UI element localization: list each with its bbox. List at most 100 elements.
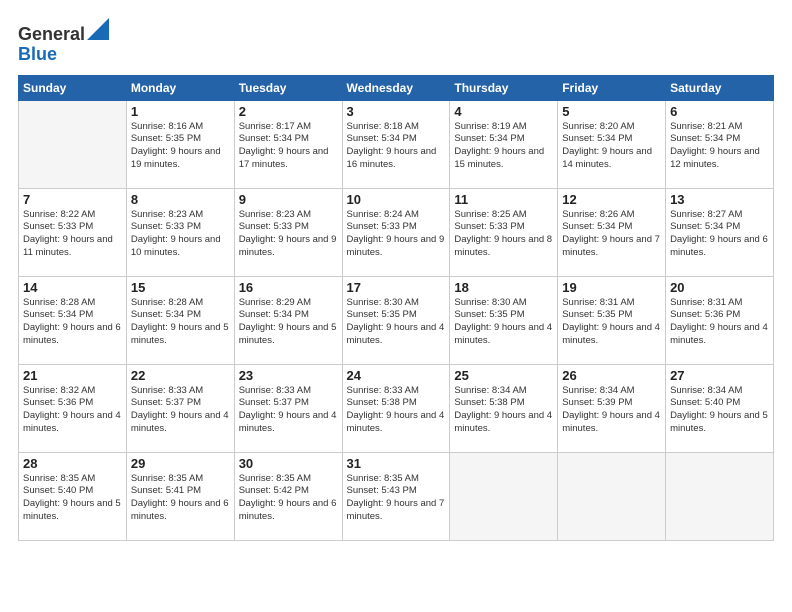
day-number: 30: [239, 456, 338, 471]
day-number: 15: [131, 280, 230, 295]
cell-info: Sunrise: 8:33 AMSunset: 5:38 PMDaylight:…: [347, 385, 446, 436]
day-number: 2: [239, 104, 338, 119]
cell-info: Sunrise: 8:23 AMSunset: 5:33 PMDaylight:…: [131, 209, 230, 260]
calendar-cell: 24 Sunrise: 8:33 AMSunset: 5:38 PMDayligh…: [342, 364, 450, 452]
logo-blue-text: Blue: [18, 44, 57, 64]
logo-icon: [87, 18, 109, 40]
day-number: 12: [562, 192, 661, 207]
weekday-friday: Friday: [558, 75, 666, 100]
cell-info: Sunrise: 8:22 AMSunset: 5:33 PMDaylight:…: [23, 209, 122, 260]
day-number: 10: [347, 192, 446, 207]
cell-info: Sunrise: 8:20 AMSunset: 5:34 PMDaylight:…: [562, 121, 661, 172]
day-number: 14: [23, 280, 122, 295]
calendar-cell: 29 Sunrise: 8:35 AMSunset: 5:41 PMDayligh…: [126, 452, 234, 540]
week-row-4: 28Sunrise: 8:35 AMSunset: 5:40 PMDayligh…: [19, 452, 774, 540]
calendar-table: SundayMondayTuesdayWednesdayThursdayFrid…: [18, 75, 774, 541]
cell-info: Sunrise: 8:28 AMSunset: 5:34 PMDaylight:…: [23, 297, 122, 348]
cell-info: Sunrise: 8:35 AMSunset: 5:41 PMDaylight:…: [131, 473, 230, 524]
cell-info: Sunrise: 8:35 AMSunset: 5:42 PMDaylight:…: [239, 473, 338, 524]
cell-info: Sunrise: 8:34 AMSunset: 5:40 PMDaylight:…: [670, 385, 769, 436]
cell-info: Sunrise: 8:32 AMSunset: 5:36 PMDaylight:…: [23, 385, 122, 436]
calendar-cell: 2 Sunrise: 8:17 AMSunset: 5:34 PMDaylight…: [234, 100, 342, 188]
day-number: 24: [347, 368, 446, 383]
calendar-cell: 20 Sunrise: 8:31 AMSunset: 5:36 PMDayligh…: [666, 276, 774, 364]
day-number: 17: [347, 280, 446, 295]
calendar-cell: 8 Sunrise: 8:23 AMSunset: 5:33 PMDaylight…: [126, 188, 234, 276]
cell-info: Sunrise: 8:33 AMSunset: 5:37 PMDaylight:…: [131, 385, 230, 436]
day-number: 16: [239, 280, 338, 295]
calendar-cell: [558, 452, 666, 540]
cell-info: Sunrise: 8:34 AMSunset: 5:38 PMDaylight:…: [454, 385, 553, 436]
cell-info: Sunrise: 8:31 AMSunset: 5:35 PMDaylight:…: [562, 297, 661, 348]
cell-info: Sunrise: 8:23 AMSunset: 5:33 PMDaylight:…: [239, 209, 338, 260]
calendar-cell: 18 Sunrise: 8:30 AMSunset: 5:35 PMDayligh…: [450, 276, 558, 364]
calendar-cell: 23Sunrise: 8:33 AMSunset: 5:37 PMDayligh…: [234, 364, 342, 452]
calendar-cell: 30 Sunrise: 8:35 AMSunset: 5:42 PMDayligh…: [234, 452, 342, 540]
calendar-cell: 1 Sunrise: 8:16 AMSunset: 5:35 PMDaylight…: [126, 100, 234, 188]
day-number: 9: [239, 192, 338, 207]
day-number: 21: [23, 368, 122, 383]
cell-info: Sunrise: 8:25 AMSunset: 5:33 PMDaylight:…: [454, 209, 553, 260]
cell-info: Sunrise: 8:27 AMSunset: 5:34 PMDaylight:…: [670, 209, 769, 260]
page: General Blue SundayMondayTuesdayWednesda…: [0, 0, 792, 612]
week-row-2: 14 Sunrise: 8:28 AMSunset: 5:34 PMDayligh…: [19, 276, 774, 364]
week-row-3: 21 Sunrise: 8:32 AMSunset: 5:36 PMDayligh…: [19, 364, 774, 452]
day-number: 25: [454, 368, 553, 383]
calendar-cell: [19, 100, 127, 188]
calendar-cell: 3Sunrise: 8:18 AMSunset: 5:34 PMDaylight…: [342, 100, 450, 188]
cell-info: Sunrise: 8:17 AMSunset: 5:34 PMDaylight:…: [239, 121, 338, 172]
cell-info: Sunrise: 8:24 AMSunset: 5:33 PMDaylight:…: [347, 209, 446, 260]
day-number: 26: [562, 368, 661, 383]
day-number: 11: [454, 192, 553, 207]
day-number: 29: [131, 456, 230, 471]
day-number: 20: [670, 280, 769, 295]
day-number: 27: [670, 368, 769, 383]
calendar-cell: 10 Sunrise: 8:24 AMSunset: 5:33 PMDayligh…: [342, 188, 450, 276]
calendar-cell: 11 Sunrise: 8:25 AMSunset: 5:33 PMDayligh…: [450, 188, 558, 276]
calendar-cell: 31 Sunrise: 8:35 AMSunset: 5:43 PMDayligh…: [342, 452, 450, 540]
cell-info: Sunrise: 8:16 AMSunset: 5:35 PMDaylight:…: [131, 121, 230, 172]
cell-info: Sunrise: 8:21 AMSunset: 5:34 PMDaylight:…: [670, 121, 769, 172]
week-row-1: 7 Sunrise: 8:22 AMSunset: 5:33 PMDaylight…: [19, 188, 774, 276]
calendar-cell: [666, 452, 774, 540]
day-number: 5: [562, 104, 661, 119]
cell-info: Sunrise: 8:33 AMSunset: 5:37 PMDaylight:…: [239, 385, 338, 436]
cell-info: Sunrise: 8:28 AMSunset: 5:34 PMDaylight:…: [131, 297, 230, 348]
cell-info: Sunrise: 8:35 AMSunset: 5:43 PMDaylight:…: [347, 473, 446, 524]
cell-info: Sunrise: 8:26 AMSunset: 5:34 PMDaylight:…: [562, 209, 661, 260]
calendar-cell: 5 Sunrise: 8:20 AMSunset: 5:34 PMDaylight…: [558, 100, 666, 188]
day-number: 22: [131, 368, 230, 383]
calendar-cell: 13 Sunrise: 8:27 AMSunset: 5:34 PMDayligh…: [666, 188, 774, 276]
calendar-cell: 22 Sunrise: 8:33 AMSunset: 5:37 PMDayligh…: [126, 364, 234, 452]
cell-info: Sunrise: 8:31 AMSunset: 5:36 PMDaylight:…: [670, 297, 769, 348]
calendar-cell: 17 Sunrise: 8:30 AMSunset: 5:35 PMDayligh…: [342, 276, 450, 364]
calendar-cell: 12 Sunrise: 8:26 AMSunset: 5:34 PMDayligh…: [558, 188, 666, 276]
cell-info: Sunrise: 8:30 AMSunset: 5:35 PMDaylight:…: [454, 297, 553, 348]
day-number: 8: [131, 192, 230, 207]
calendar-cell: 4Sunrise: 8:19 AMSunset: 5:34 PMDaylight…: [450, 100, 558, 188]
weekday-monday: Monday: [126, 75, 234, 100]
day-number: 13: [670, 192, 769, 207]
calendar-cell: 21 Sunrise: 8:32 AMSunset: 5:36 PMDayligh…: [19, 364, 127, 452]
day-number: 18: [454, 280, 553, 295]
day-number: 28: [23, 456, 122, 471]
cell-info: Sunrise: 8:18 AMSunset: 5:34 PMDaylight:…: [347, 121, 446, 172]
logo: General Blue: [18, 18, 109, 65]
calendar-cell: 7 Sunrise: 8:22 AMSunset: 5:33 PMDaylight…: [19, 188, 127, 276]
day-number: 7: [23, 192, 122, 207]
calendar-cell: 28Sunrise: 8:35 AMSunset: 5:40 PMDayligh…: [19, 452, 127, 540]
calendar-cell: 14 Sunrise: 8:28 AMSunset: 5:34 PMDayligh…: [19, 276, 127, 364]
logo-general-text: General: [18, 24, 85, 44]
day-number: 1: [131, 104, 230, 119]
weekday-sunday: Sunday: [19, 75, 127, 100]
day-number: 19: [562, 280, 661, 295]
cell-info: Sunrise: 8:30 AMSunset: 5:35 PMDaylight:…: [347, 297, 446, 348]
calendar-cell: 26 Sunrise: 8:34 AMSunset: 5:39 PMDayligh…: [558, 364, 666, 452]
cell-info: Sunrise: 8:34 AMSunset: 5:39 PMDaylight:…: [562, 385, 661, 436]
day-number: 4: [454, 104, 553, 119]
calendar-cell: 25 Sunrise: 8:34 AMSunset: 5:38 PMDayligh…: [450, 364, 558, 452]
cell-info: Sunrise: 8:29 AMSunset: 5:34 PMDaylight:…: [239, 297, 338, 348]
day-number: 31: [347, 456, 446, 471]
calendar-cell: 6Sunrise: 8:21 AMSunset: 5:34 PMDaylight…: [666, 100, 774, 188]
calendar-cell: 19 Sunrise: 8:31 AMSunset: 5:35 PMDayligh…: [558, 276, 666, 364]
